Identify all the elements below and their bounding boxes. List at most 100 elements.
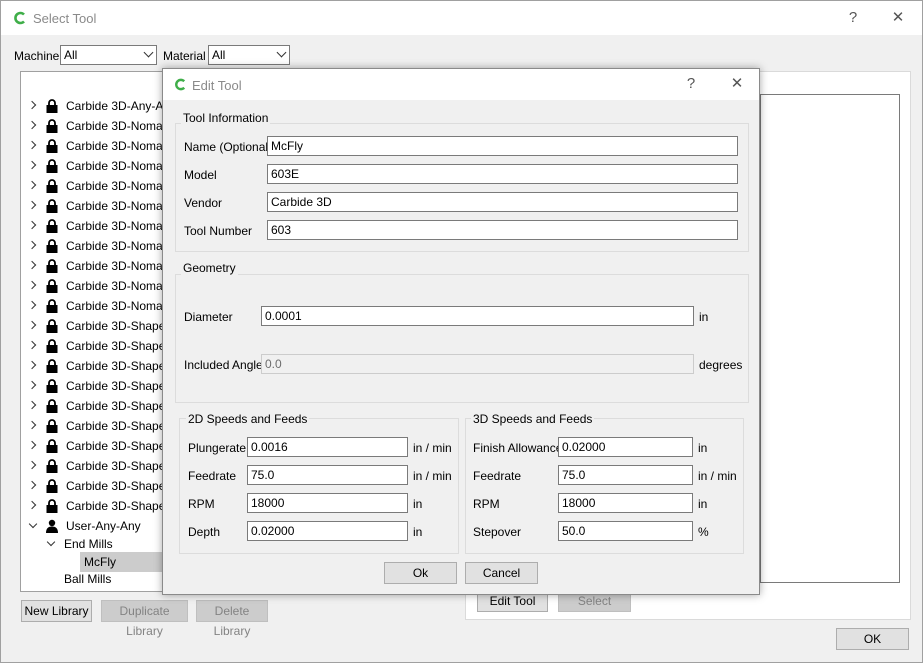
- chevron-right-icon[interactable]: [27, 380, 37, 390]
- new-library-button[interactable]: New Library: [21, 600, 92, 622]
- stepover-input[interactable]: 50.0: [558, 521, 693, 541]
- machine-select[interactable]: All: [60, 45, 157, 65]
- name-label: Name (Optional): [184, 140, 273, 154]
- chevron-right-icon[interactable]: [27, 360, 37, 370]
- included-angle-label: Included Angle: [184, 358, 263, 372]
- chevron-right-icon[interactable]: [27, 120, 37, 130]
- machine-label: Machine: [14, 49, 60, 63]
- lock-icon: [46, 419, 58, 433]
- chevron-right-icon[interactable]: [27, 180, 37, 190]
- close-button[interactable]: ✕: [886, 7, 910, 29]
- chevron-right-icon[interactable]: [27, 480, 37, 490]
- lock-icon: [46, 339, 58, 353]
- tree-item-label: End Mills: [64, 537, 113, 551]
- tree-item-label: User-Any-Any: [66, 519, 141, 533]
- tree-item-label: Carbide 3D-Nomad: [66, 259, 170, 273]
- tree-item-label: Carbide 3D-Nomad: [66, 219, 170, 233]
- feedrate-3d-input[interactable]: 75.0: [558, 465, 693, 485]
- plungerate-input[interactable]: 0.0016: [247, 437, 408, 457]
- tree-item-label: Carbide 3D-Nomad: [66, 279, 170, 293]
- chevron-right-icon[interactable]: [27, 140, 37, 150]
- tree-item-label: Carbide 3D-Shaped: [66, 499, 173, 513]
- dialog-ok-button[interactable]: Ok: [384, 562, 457, 584]
- lock-icon: [46, 279, 58, 293]
- lock-icon: [46, 359, 58, 373]
- geometry-group: [175, 274, 749, 403]
- lock-icon: [46, 259, 58, 273]
- material-select[interactable]: All: [208, 45, 290, 65]
- tree-item-label: Carbide 3D-Shaped: [66, 459, 173, 473]
- help-button[interactable]: ?: [841, 7, 865, 29]
- chevron-right-icon[interactable]: [27, 260, 37, 270]
- finish-allowance-input[interactable]: 0.02000: [558, 437, 693, 457]
- chevron-down-icon[interactable]: [28, 519, 38, 529]
- title-bar: Select Tool ? ✕: [1, 1, 922, 35]
- material-label: Material: [163, 49, 206, 63]
- lock-icon: [46, 219, 58, 233]
- chevron-right-icon[interactable]: [27, 200, 37, 210]
- feedrate-2d-input[interactable]: 75.0: [247, 465, 408, 485]
- tree-item-label: Carbide 3D-Shaped: [66, 379, 173, 393]
- chevron-down-icon: [276, 47, 287, 58]
- finish-allowance-unit: in: [698, 441, 708, 455]
- chevron-right-icon[interactable]: [27, 240, 37, 250]
- diameter-label: Diameter: [184, 310, 233, 324]
- tree-item-label: Carbide 3D-Nomad: [66, 239, 170, 253]
- user-icon: [46, 519, 58, 533]
- group-title: 3D Speeds and Feeds: [471, 412, 595, 426]
- diameter-unit: in: [699, 310, 709, 324]
- lock-icon: [46, 239, 58, 253]
- rpm-3d-label: RPM: [473, 497, 500, 511]
- dialog-cancel-button[interactable]: Cancel: [465, 562, 538, 584]
- edit-tool-dialog: Edit Tool ? ✕ Tool Information Name (Opt…: [162, 68, 760, 595]
- feedrate-2d-label: Feedrate: [188, 469, 237, 483]
- delete-library-button[interactable]: Delete Library: [196, 600, 268, 638]
- stepover-unit: %: [698, 525, 709, 539]
- tree-item-label: Carbide 3D-Nomad: [66, 119, 170, 133]
- finish-allowance-label: Finish Allowance: [473, 441, 563, 455]
- chevron-right-icon[interactable]: [27, 300, 37, 310]
- included-angle-input[interactable]: 0.0: [261, 354, 694, 374]
- rpm-2d-label: RPM: [188, 497, 215, 511]
- chevron-right-icon[interactable]: [27, 440, 37, 450]
- lock-icon: [46, 459, 58, 473]
- chevron-right-icon[interactable]: [27, 340, 37, 350]
- lock-icon: [46, 119, 58, 133]
- tree-item-label: V: [64, 586, 72, 591]
- chevron-right-icon[interactable]: [27, 420, 37, 430]
- chevron-right-icon[interactable]: [27, 280, 37, 290]
- stepover-label: Stepover: [473, 525, 522, 539]
- depth-input[interactable]: 0.02000: [247, 521, 408, 541]
- chevron-right-icon[interactable]: [27, 320, 37, 330]
- lock-icon: [46, 319, 58, 333]
- vendor-input[interactable]: Carbide 3D: [267, 192, 738, 212]
- chevron-right-icon[interactable]: [27, 160, 37, 170]
- carbide-logo-icon: [14, 11, 25, 25]
- chevron-right-icon[interactable]: [27, 460, 37, 470]
- lock-icon: [46, 399, 58, 413]
- tree-item-label: Carbide 3D-Shaped: [66, 479, 173, 493]
- chevron-right-icon[interactable]: [27, 220, 37, 230]
- rpm-3d-input[interactable]: 18000: [558, 493, 693, 513]
- chevron-right-icon[interactable]: [27, 500, 37, 510]
- ok-button[interactable]: OK: [836, 628, 909, 650]
- chevron-down-icon[interactable]: [46, 537, 56, 547]
- dialog-help-button[interactable]: ?: [679, 73, 703, 95]
- diameter-input[interactable]: 0.0001: [261, 306, 694, 326]
- lock-icon: [46, 99, 58, 113]
- dialog-title-bar: Edit Tool ? ✕: [163, 69, 759, 100]
- model-label: Model: [184, 168, 217, 182]
- name-input[interactable]: McFly: [267, 136, 738, 156]
- rpm-2d-input[interactable]: 18000: [247, 493, 408, 513]
- plungerate-unit: in / min: [413, 441, 452, 455]
- tool-number-input[interactable]: 603: [267, 220, 738, 240]
- lock-icon: [46, 379, 58, 393]
- lock-icon: [46, 159, 58, 173]
- chevron-right-icon[interactable]: [27, 400, 37, 410]
- chevron-right-icon[interactable]: [27, 100, 37, 110]
- group-title: Geometry: [181, 261, 238, 275]
- tool-preview-area: [760, 94, 900, 583]
- model-input[interactable]: 603E: [267, 164, 738, 184]
- dialog-close-button[interactable]: ✕: [725, 73, 749, 95]
- duplicate-library-button[interactable]: Duplicate Library: [101, 600, 188, 638]
